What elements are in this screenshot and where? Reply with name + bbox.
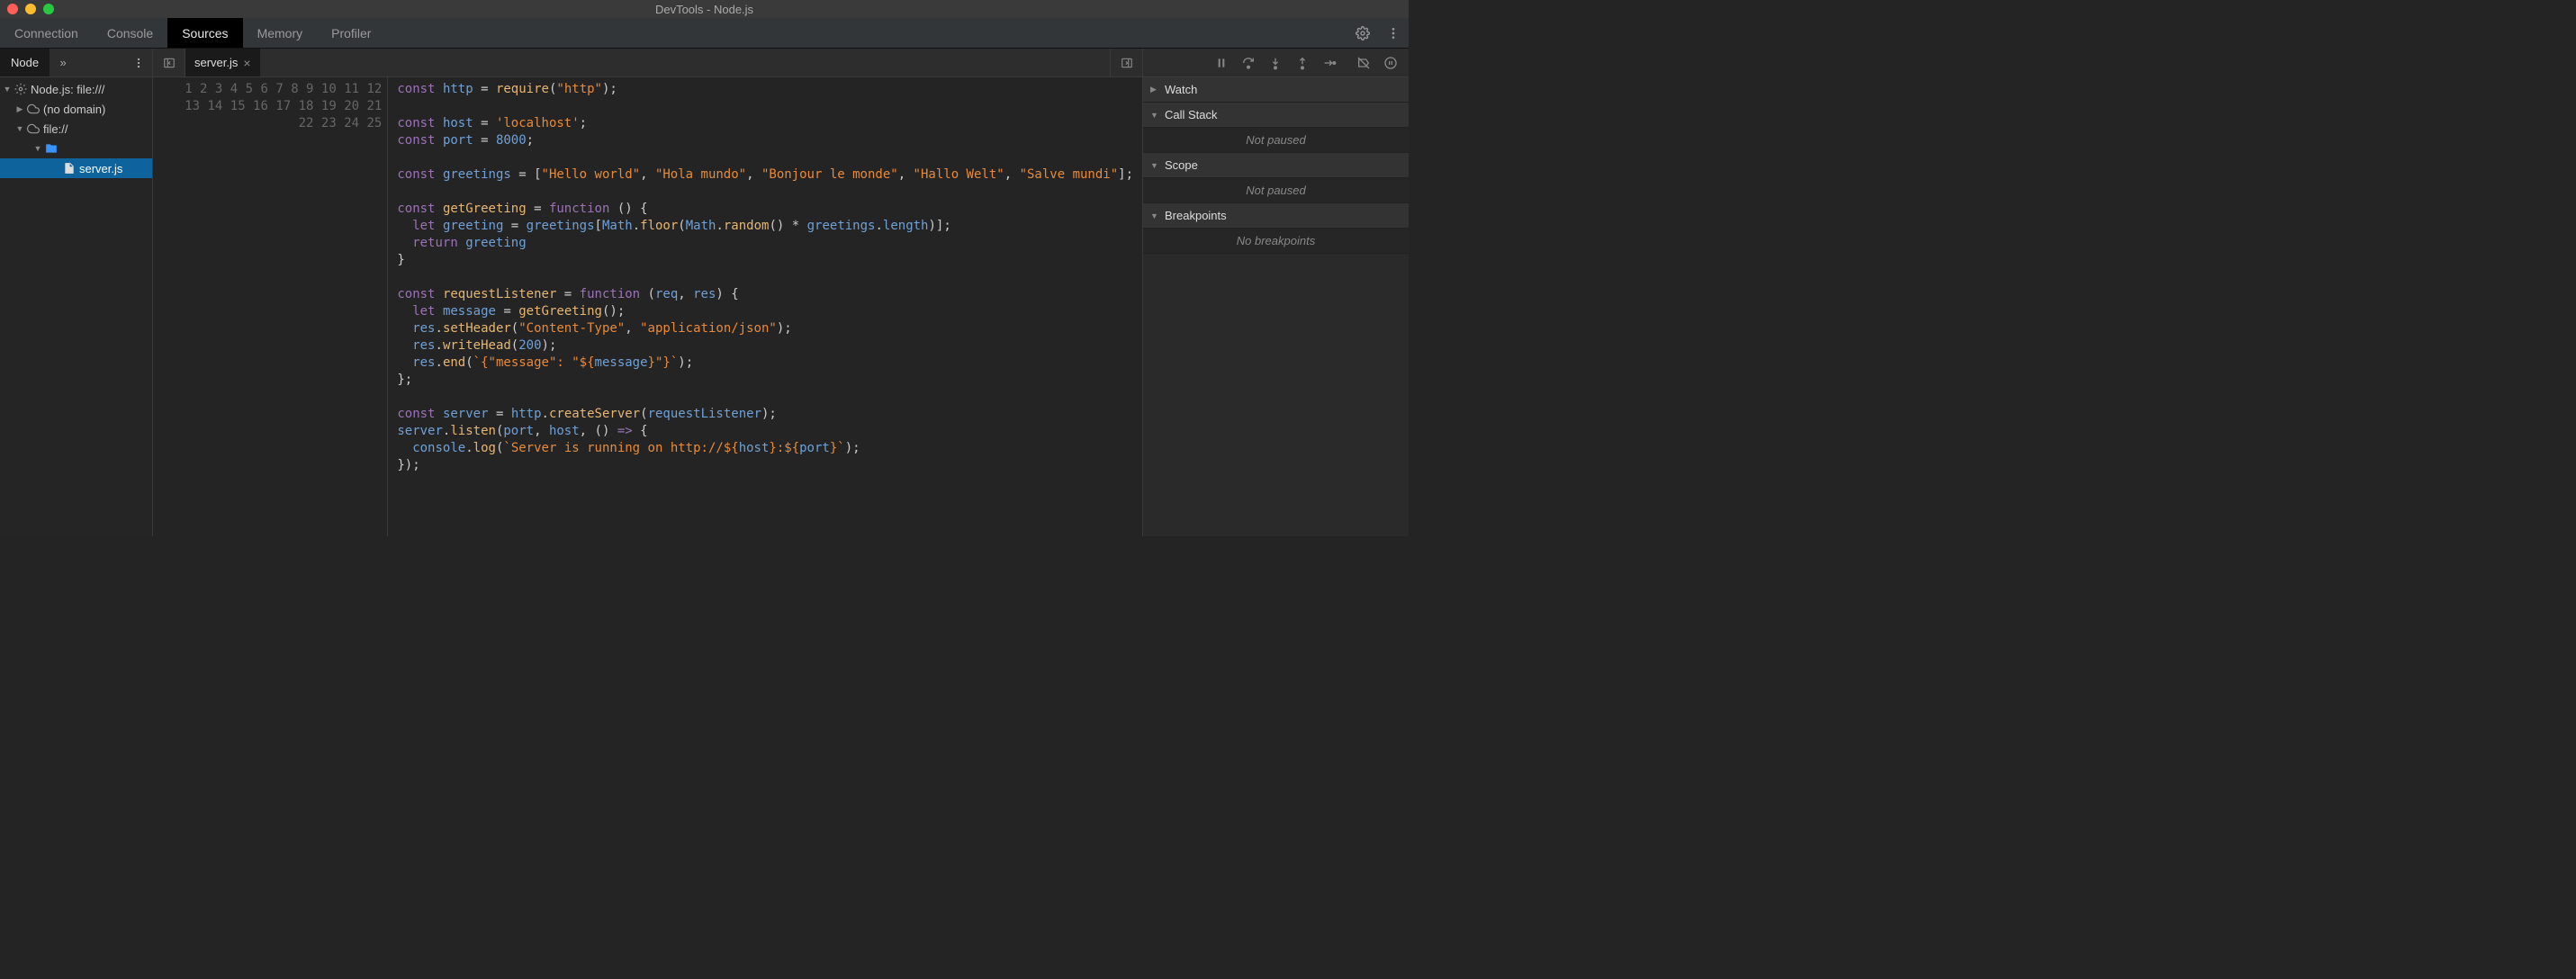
chevron-down-icon: ▼ (14, 124, 25, 133)
gear-icon (1356, 26, 1370, 40)
navigator-tab-node[interactable]: Node (0, 49, 50, 76)
step-out-icon (1295, 56, 1310, 70)
callstack-body: Not paused (1143, 128, 1409, 153)
node-gear-icon (13, 83, 29, 95)
tree-file-label: server.js (77, 162, 122, 175)
close-tab-button[interactable]: × (243, 56, 250, 70)
minimize-window-button[interactable] (25, 4, 36, 14)
traffic-lights (7, 4, 54, 14)
more-vertical-icon (132, 57, 145, 69)
navigator-tabs: Node » (0, 49, 152, 77)
tab-sources[interactable]: Sources (167, 18, 242, 48)
pause-circle-icon (1383, 56, 1398, 70)
chevron-down-icon: ▼ (1150, 111, 1161, 120)
pause-on-exceptions-button[interactable] (1382, 54, 1400, 72)
code-editor[interactable]: 1 2 3 4 5 6 7 8 9 10 11 12 13 14 15 16 1… (153, 77, 1142, 536)
pause-button[interactable] (1212, 54, 1230, 72)
debug-toolbar (1143, 49, 1409, 77)
deactivate-breakpoints-button[interactable] (1355, 54, 1373, 72)
more-menu-button[interactable] (1378, 18, 1409, 48)
callstack-section-header[interactable]: ▼ Call Stack (1143, 103, 1409, 128)
step-over-button[interactable] (1239, 54, 1257, 72)
chevron-right-icon: ▶ (1150, 85, 1161, 94)
window-titlebar: DevTools - Node.js (0, 0, 1409, 18)
step-button[interactable] (1320, 54, 1338, 72)
scope-section-label: Scope (1165, 158, 1198, 172)
step-into-icon (1268, 56, 1283, 70)
panel-left-icon (163, 57, 176, 69)
panel-right-icon (1121, 57, 1133, 69)
step-out-button[interactable] (1293, 54, 1311, 72)
debugger-panel: ▶ Watch ▼ Call Stack Not paused ▼ Scope … (1142, 49, 1409, 536)
chevron-down-icon: ▼ (2, 85, 13, 94)
navigator-sidebar: Node » ▼ Node.js: file:/// ▶ (0, 49, 153, 536)
tab-memory[interactable]: Memory (243, 18, 318, 48)
chevron-down-icon: ▼ (32, 144, 43, 153)
watch-section-label: Watch (1165, 83, 1197, 96)
tree-domain-nodomain[interactable]: ▶ (no domain) (0, 99, 152, 119)
tab-connection[interactable]: Connection (0, 18, 93, 48)
folder-icon (43, 142, 59, 155)
breakpoints-section-header[interactable]: ▼ Breakpoints (1143, 203, 1409, 229)
line-numbers: 1 2 3 4 5 6 7 8 9 10 11 12 13 14 15 16 1… (153, 77, 388, 536)
editor-tab-serverjs[interactable]: server.js × (185, 49, 260, 76)
file-tree: ▼ Node.js: file:/// ▶ (no domain) ▼ file… (0, 77, 152, 536)
tree-domain-label: file:// (41, 122, 68, 136)
step-icon (1322, 56, 1337, 70)
tree-root[interactable]: ▼ Node.js: file:/// (0, 79, 152, 99)
scope-section-header[interactable]: ▼ Scope (1143, 153, 1409, 178)
code-content: const http = require("http"); const host… (388, 77, 1142, 536)
pause-icon (1214, 56, 1229, 70)
tree-domain-label: (no domain) (41, 103, 105, 116)
step-over-icon (1241, 56, 1256, 70)
window-title: DevTools - Node.js (655, 3, 753, 16)
toggle-navigator-button[interactable] (153, 49, 185, 76)
chevron-down-icon: ▼ (1150, 211, 1161, 220)
editor-tab-label: server.js (194, 56, 238, 69)
tab-console[interactable]: Console (93, 18, 167, 48)
chevron-down-icon: ▼ (1150, 161, 1161, 170)
file-icon (61, 162, 77, 175)
editor-area: server.js × 1 2 3 4 5 6 7 8 9 10 11 12 1… (153, 49, 1142, 536)
navigator-overflow-button[interactable]: » (50, 49, 77, 76)
chevron-double-right-icon: » (59, 56, 66, 69)
tab-profiler[interactable]: Profiler (317, 18, 385, 48)
tree-root-label: Node.js: file:/// (29, 83, 104, 96)
cloud-icon (25, 103, 41, 115)
maximize-window-button[interactable] (43, 4, 54, 14)
editor-tabs: server.js × (153, 49, 1142, 77)
scope-body: Not paused (1143, 178, 1409, 203)
step-into-button[interactable] (1266, 54, 1284, 72)
watch-section-header[interactable]: ▶ Watch (1143, 77, 1409, 103)
tree-folder[interactable]: ▼ (0, 139, 152, 158)
breakpoints-body: No breakpoints (1143, 229, 1409, 254)
settings-button[interactable] (1347, 18, 1378, 48)
cloud-icon (25, 122, 41, 135)
toggle-debugger-button[interactable] (1110, 49, 1142, 76)
breakpoints-section-label: Breakpoints (1165, 209, 1227, 222)
tree-file-serverjs[interactable]: server.js (0, 158, 152, 178)
close-window-button[interactable] (7, 4, 18, 14)
more-vertical-icon (1386, 26, 1401, 40)
callstack-section-label: Call Stack (1165, 108, 1218, 121)
panel-tabs: Connection Console Sources Memory Profil… (0, 18, 1409, 49)
close-icon: × (243, 56, 250, 70)
tree-domain-file[interactable]: ▼ file:// (0, 119, 152, 139)
navigator-more-button[interactable] (125, 49, 152, 76)
breakpoints-disabled-icon (1356, 56, 1371, 70)
chevron-right-icon: ▶ (14, 104, 25, 114)
